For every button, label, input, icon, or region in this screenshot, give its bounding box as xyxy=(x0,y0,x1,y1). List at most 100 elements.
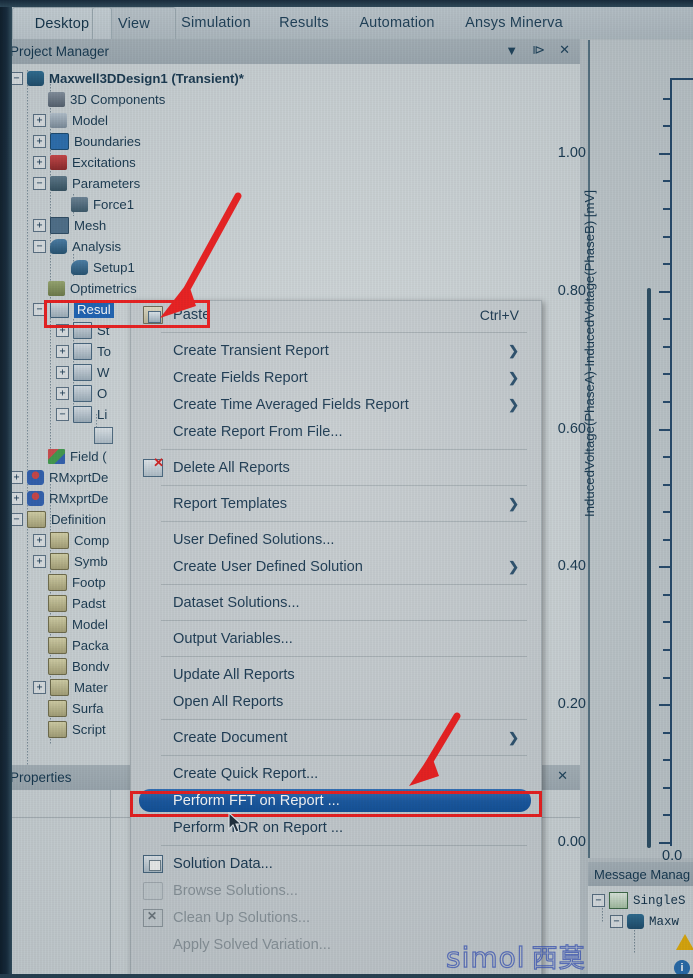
expand-icon[interactable]: + xyxy=(56,366,69,379)
tree-item-footp[interactable]: Footp xyxy=(33,572,106,593)
properties-title: Properties xyxy=(10,770,72,785)
menu-item-delete-all-reports[interactable]: Delete All Reports xyxy=(131,454,541,481)
menu-item-create-quick-report[interactable]: Create Quick Report... xyxy=(131,760,541,787)
tree-item-3d-components[interactable]: 3D Components xyxy=(33,89,165,110)
tree-item-o[interactable]: + O xyxy=(56,383,107,404)
tree-item-label: Bondv xyxy=(72,659,110,674)
tree-item-label: Analysis xyxy=(72,239,122,254)
tree-item-bondv[interactable]: Bondv xyxy=(33,656,109,677)
menu-item-label: Create Transient Report xyxy=(173,342,329,359)
tree-item-mater[interactable]: + Mater xyxy=(33,677,108,698)
tree-item-script[interactable]: Script xyxy=(33,719,106,740)
menu-item-create-user-defined-solution[interactable]: Create User Defined Solution ❯ xyxy=(131,553,541,580)
message-row-design[interactable]: − Maxw xyxy=(610,914,679,929)
tree-item-comp[interactable]: + Comp xyxy=(33,530,109,551)
message-manager-body[interactable]: − SingleS − Maxw i xyxy=(588,886,693,978)
expand-icon[interactable]: + xyxy=(33,135,46,148)
tree-item-model[interactable]: Model xyxy=(33,614,108,635)
collapse-icon[interactable]: − xyxy=(56,408,69,421)
tree-item-definition[interactable]: − Definition xyxy=(10,509,106,530)
y-axis-major-tick xyxy=(659,566,672,569)
tree-item-mesh[interactable]: + Mesh xyxy=(33,215,106,236)
tree-item-rmxprtde[interactable]: + RMxprtDe xyxy=(10,467,108,488)
tree-item-setup1[interactable]: Setup1 xyxy=(56,257,135,278)
menu-item-label: Open All Reports xyxy=(173,693,284,710)
menu-item-open-all-reports[interactable]: Open All Reports xyxy=(131,688,541,715)
tree-item-force1[interactable]: Force1 xyxy=(56,194,134,215)
message-row-project[interactable]: − SingleS xyxy=(592,892,686,909)
folder-icon xyxy=(48,658,67,675)
tree-item-packa[interactable]: Packa xyxy=(33,635,109,656)
tree-item-symb[interactable]: + Symb xyxy=(33,551,108,572)
menu-item-label: User Defined Solutions... xyxy=(173,531,335,548)
chevron-down-icon[interactable]: ▼ xyxy=(505,43,518,58)
pin-icon[interactable]: ⧐ xyxy=(532,42,545,58)
menu-item-report-templates[interactable]: Report Templates ❯ xyxy=(131,490,541,517)
tree-item-surfa[interactable]: Surfa xyxy=(33,698,104,719)
tree-item-label: Padst xyxy=(72,596,106,611)
collapse-icon[interactable]: − xyxy=(33,177,46,190)
menu-item-label: Dataset Solutions... xyxy=(173,594,300,611)
menu-item-solution-data[interactable]: Solution Data... xyxy=(131,850,541,877)
tab-ansys-minerva[interactable]: Ansys Minerva xyxy=(444,7,584,39)
y-axis-tick-label: 0.80 xyxy=(557,282,586,299)
expand-icon[interactable]: + xyxy=(56,345,69,358)
menu-item-update-all-reports[interactable]: Update All Reports xyxy=(131,661,541,688)
message-expander-icon[interactable]: − xyxy=(610,915,623,928)
tree-item-parameters[interactable]: − Parameters xyxy=(33,173,140,194)
y-axis-minor-tick xyxy=(663,814,672,817)
tree-item-li[interactable]: − Li xyxy=(56,404,107,425)
optimetrics-icon xyxy=(48,281,65,296)
expand-icon[interactable]: + xyxy=(56,387,69,400)
menu-item-output-variables[interactable]: Output Variables... xyxy=(131,625,541,652)
menu-item-create-document[interactable]: Create Document ❯ xyxy=(131,724,541,751)
y-axis-minor-tick xyxy=(663,97,672,100)
menu-item-create-report-from-file[interactable]: Create Report From File... xyxy=(131,418,541,445)
expand-icon[interactable]: + xyxy=(33,534,46,547)
close-icon[interactable]: ✕ xyxy=(559,42,570,58)
menu-item-dataset-solutions[interactable]: Dataset Solutions... xyxy=(131,589,541,616)
expand-icon[interactable]: + xyxy=(33,219,46,232)
tree-item-model[interactable]: + Model xyxy=(33,110,108,131)
tree-item-boundaries[interactable]: + Boundaries xyxy=(33,131,141,152)
tree-item-rmxprtde[interactable]: + RMxprtDe xyxy=(10,488,108,509)
tab-simulation-label: Simulation xyxy=(181,15,251,31)
tree-item-label: Script xyxy=(72,722,106,737)
menu-item-create-fields-report[interactable]: Create Fields Report ❯ xyxy=(131,364,541,391)
tab-simulation[interactable]: Simulation xyxy=(158,7,274,39)
menu-item-perform-tdr-on-report[interactable]: Perform TDR on Report ... xyxy=(131,814,541,841)
tree-item-node-17[interactable] xyxy=(79,425,118,446)
tree-item-analysis[interactable]: − Analysis xyxy=(33,236,121,257)
menu-item-label: Browse Solutions... xyxy=(173,882,298,899)
menu-item-user-defined-solutions[interactable]: User Defined Solutions... xyxy=(131,526,541,553)
expand-icon[interactable]: + xyxy=(33,555,46,568)
message-expander-icon[interactable]: − xyxy=(592,894,605,907)
mesh-icon xyxy=(50,217,69,234)
tree-item-padst[interactable]: Padst xyxy=(33,593,106,614)
y-axis-minor-tick xyxy=(663,538,672,541)
tab-automation[interactable]: Automation xyxy=(336,7,458,39)
expand-icon[interactable]: + xyxy=(33,156,46,169)
collapse-icon[interactable]: − xyxy=(33,240,46,253)
expand-icon[interactable]: + xyxy=(33,114,46,127)
expand-icon[interactable]: + xyxy=(33,681,46,694)
tree-item-to[interactable]: + To xyxy=(56,341,111,362)
tree-item-optimetrics[interactable]: Optimetrics xyxy=(33,278,137,299)
tree-item-label: Packa xyxy=(72,638,109,653)
menu-item-create-time-averaged-fields-report[interactable]: Create Time Averaged Fields Report ❯ xyxy=(131,391,541,418)
menu-item-create-transient-report[interactable]: Create Transient Report ❯ xyxy=(131,337,541,364)
tree-item-excitations[interactable]: + Excitations xyxy=(33,152,136,173)
tree-item-field[interactable]: Field ( xyxy=(33,446,107,467)
menu-separator xyxy=(161,620,527,621)
tree-item-maxwell3ddesign1-transient[interactable]: − Maxwell3DDesign1 (Transient)* xyxy=(10,68,244,89)
y-axis-minor-tick xyxy=(663,180,672,183)
y-axis-minor-tick xyxy=(663,621,672,624)
warning-icon xyxy=(676,934,693,950)
y-axis-minor-tick xyxy=(663,593,672,596)
tree-item-w[interactable]: + W xyxy=(56,362,109,383)
screen-bezel-bottom xyxy=(0,974,693,978)
context-menu[interactable]: Paste Ctrl+V Create Transient Report ❯ Creat… xyxy=(130,300,542,978)
properties-close-icon[interactable]: ✕ xyxy=(557,768,568,784)
menu-item-label: Report Templates xyxy=(173,495,288,512)
